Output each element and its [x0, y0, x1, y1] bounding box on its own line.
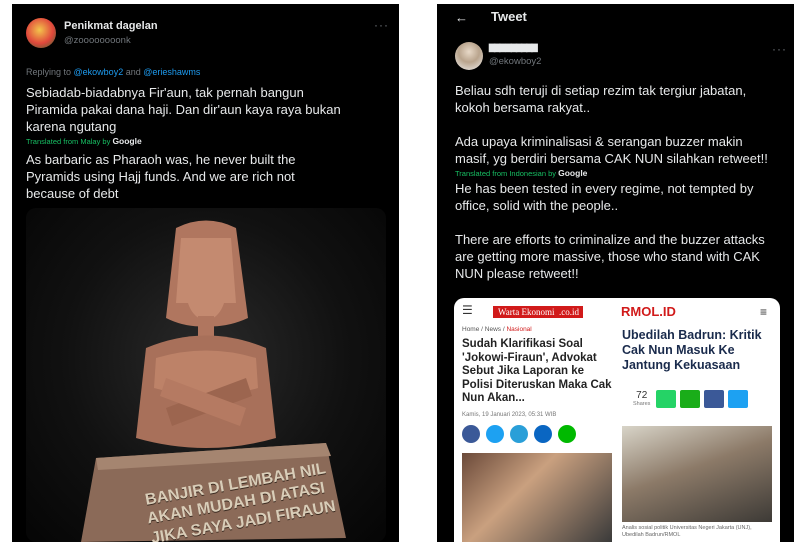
translation-credit: Translated from Indonesian by Google	[455, 168, 588, 178]
twitter-icon	[728, 390, 748, 408]
article-headline: Sudah Klarifikasi Soal 'Jokowi-Firaun', …	[462, 338, 612, 404]
whatsapp-icon	[656, 390, 676, 408]
article-date: Kamis, 19 Januari 2023, 05:31 WIB	[462, 412, 557, 418]
article-photo	[622, 426, 772, 522]
more-options-icon[interactable]: ···	[374, 18, 389, 32]
author-handle[interactable]: @ekowboy2	[489, 56, 541, 67]
telegram-icon	[510, 425, 528, 443]
news-screenshot-image[interactable]: ☰ Warta Ekonomi .co.id Home / News / Nas…	[454, 298, 780, 542]
translation-credit: Translated from Malay by Google	[26, 136, 142, 146]
arrow-left-icon[interactable]: ←	[455, 10, 468, 25]
reply-mention-link[interactable]: @erieshawms	[143, 67, 200, 77]
facebook-icon	[462, 425, 480, 443]
author-name[interactable]: Penikmat dagelan	[64, 20, 158, 32]
author-avatar[interactable]	[455, 42, 483, 70]
twitter-icon	[486, 425, 504, 443]
article-photo	[462, 453, 612, 542]
breadcrumb: Home / News / Nasional	[462, 326, 532, 333]
tweet-text: Beliau sdh teruji di setiap rezim tak te…	[455, 83, 768, 166]
wechat-icon	[680, 390, 700, 408]
header-title: Tweet	[491, 9, 527, 24]
tweet-image[interactable]: BANJIR DI LEMBAH NIL AKAN MUDAH DI ATASI…	[26, 208, 386, 542]
more-options-icon[interactable]: ···	[772, 42, 787, 56]
reply-mention-link[interactable]: @ekowboy2	[74, 67, 124, 77]
replying-to: Replying to @ekowboy2 and @erieshawms	[26, 67, 201, 77]
right-tweet-panel: ← Tweet ▇▇▇ ▇▇▇▇▇▇ @ekowboy2 ··· Beliau …	[437, 4, 794, 542]
tweet-text: Sebiadab-biadabnya Fir'aun, tak pernah b…	[26, 85, 341, 134]
rmol-logo: RMOL.ID	[621, 304, 676, 319]
photo-caption: Analis sosial politik Universitas Negeri…	[622, 525, 752, 538]
tweet-translation: He has been tested in every regime, not …	[455, 181, 765, 281]
warta-ekonomi-logo-tld: .co.id	[555, 306, 583, 318]
left-tweet-panel: Penikmat dagelan @zoooooooonk ··· Replyi…	[12, 4, 399, 542]
linkedin-icon	[534, 425, 552, 443]
line-icon	[558, 425, 576, 443]
google-logo: Google	[558, 168, 588, 178]
menu-icon: ☰	[462, 303, 473, 317]
menu-icon: ≡	[760, 305, 768, 319]
article-headline: Ubedilah Badrun: Kritik Cak Nun Masuk Ke…	[622, 328, 762, 372]
google-logo: Google	[112, 136, 142, 146]
facebook-icon	[704, 390, 724, 408]
share-count: 72 Shares	[633, 390, 651, 407]
author-avatar[interactable]	[26, 18, 56, 48]
author-handle[interactable]: @zoooooooonk	[64, 35, 131, 46]
author-name-redacted[interactable]: ▇▇▇ ▇▇▇▇▇▇	[489, 43, 538, 52]
warta-ekonomi-logo: Warta Ekonomi	[493, 306, 560, 318]
tweet-translation: As barbaric as Pharaoh was, he never bui…	[26, 152, 296, 201]
